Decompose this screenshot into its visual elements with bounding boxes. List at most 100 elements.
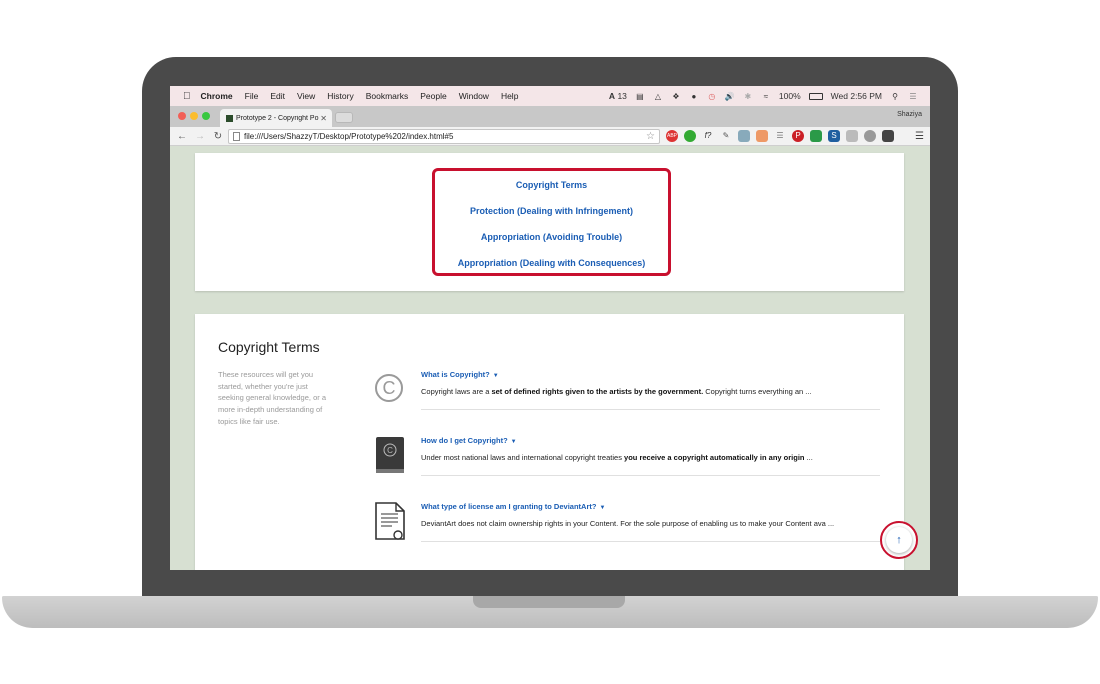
notes-icon[interactable]: ▤ <box>635 91 645 101</box>
toc-highlight-box: Copyright Terms Protection (Dealing with… <box>432 168 671 276</box>
extensions-bar: ABP f? ✎ ☰ P S <box>666 130 894 142</box>
caret-down-icon: ▼ <box>492 373 499 379</box>
adobe-status[interactable]: A 13 <box>609 91 627 101</box>
drive-icon[interactable]: △ <box>653 91 663 101</box>
divider <box>421 475 880 476</box>
faq-question-text: What is Copyright? <box>421 370 490 379</box>
circle-extension-icon[interactable] <box>864 130 876 142</box>
bluetooth-icon[interactable]: ✱ <box>743 91 753 101</box>
toc-link-appropriation-consequences[interactable]: Appropriation (Dealing with Consequences… <box>435 258 668 268</box>
laptop-notch <box>473 596 625 608</box>
favicon-icon <box>226 114 233 122</box>
status-area: A 13 ▤ △ ❖ ● ◷ 🔊 ✱ ≈ 100% Wed 2:56 PM ⚲ … <box>609 86 918 106</box>
menu-window[interactable]: Window <box>459 91 489 101</box>
faq-item: C How do I get Copyright? ▼ Under most na… <box>370 436 880 502</box>
toc-link-appropriation-avoiding[interactable]: Appropriation (Avoiding Trouble) <box>435 232 668 242</box>
menu-bar:  Chrome File Edit View History Bookmark… <box>170 86 930 106</box>
battery-percent[interactable]: 100% <box>779 91 801 101</box>
faq-answer: Under most national laws and internation… <box>421 453 880 462</box>
caret-down-icon: ▼ <box>510 439 517 445</box>
toc-link-protection[interactable]: Protection (Dealing with Infringement) <box>435 206 668 216</box>
bookmark-star-icon[interactable]: ☆ <box>646 131 655 142</box>
faq-answer-rest: ... <box>804 453 813 462</box>
profile-name[interactable]: Shaziya <box>897 111 922 118</box>
adblock-icon[interactable]: ABP <box>666 130 678 142</box>
menu-help[interactable]: Help <box>501 91 518 101</box>
menu-bookmarks[interactable]: Bookmarks <box>366 91 409 101</box>
menu-history[interactable]: History <box>327 91 353 101</box>
address-bar[interactable]: file:///Users/ShazzyT/Desktop/Prototype%… <box>228 129 660 144</box>
faq-question-text: What type of license am I granting to De… <box>421 502 597 511</box>
faq-question[interactable]: How do I get Copyright? ▼ <box>421 436 517 445</box>
menu-people[interactable]: People <box>420 91 446 101</box>
scroll-to-top-button[interactable]: ↑ <box>886 527 912 553</box>
eyedropper-icon[interactable]: ✎ <box>720 130 732 142</box>
apple-icon[interactable]:  <box>183 91 191 102</box>
reload-icon[interactable]: ↻ <box>212 131 224 142</box>
tab-prototype[interactable]: Prototype 2 - Copyright Po ✕ <box>220 109 332 127</box>
faq-item: C What is Copyright? ▼ Copyright laws are… <box>370 370 880 436</box>
calendar-extension-icon[interactable] <box>756 130 768 142</box>
s-extension-icon[interactable]: S <box>828 130 840 142</box>
pinterest-icon[interactable]: P <box>792 130 804 142</box>
chrome-menu-icon[interactable]: ☰ <box>915 131 924 142</box>
back-arrow-icon[interactable]: ← <box>176 131 188 142</box>
faq-answer: Copyright laws are a set of defined righ… <box>421 387 880 396</box>
section-description: These resources will get you started, wh… <box>218 370 326 426</box>
clock[interactable]: Wed 2:56 PM <box>831 91 882 101</box>
dark-extension-icon[interactable] <box>882 130 894 142</box>
toc-link-copyright-terms[interactable]: Copyright Terms <box>435 180 668 190</box>
url-text: file:///Users/ShazzyT/Desktop/Prototype%… <box>244 132 454 141</box>
faq-answer-rest: Copyright turns everything an ... <box>703 387 812 396</box>
faq-answer-bold: set of defined rights given to the artis… <box>491 387 704 396</box>
grey-extension-icon[interactable] <box>846 130 858 142</box>
arrow-up-icon: ↑ <box>896 534 902 546</box>
faq-answer: DeviantArt does not claim ownership righ… <box>421 519 880 528</box>
close-tab-icon[interactable]: ✕ <box>320 114 327 123</box>
close-window-button[interactable] <box>178 112 186 120</box>
minimize-window-button[interactable] <box>190 112 198 120</box>
font-extension-icon[interactable]: f? <box>702 130 714 142</box>
tab-title: Prototype 2 - Copyright Po <box>236 114 319 122</box>
volume-icon[interactable]: 🔊 <box>725 91 735 101</box>
toc-card: Copyright Terms Protection (Dealing with… <box>195 153 904 291</box>
faq-answer-text: DeviantArt does not claim ownership righ… <box>421 519 835 528</box>
green-extension-icon[interactable] <box>684 130 696 142</box>
scroll-to-top-highlight: ↑ <box>880 521 918 559</box>
svg-text:C: C <box>387 446 393 455</box>
divider <box>421 409 880 410</box>
faq-item: What type of license am I granting to De… <box>370 502 880 568</box>
browser-toolbar: ← → ↻ file:///Users/ShazzyT/Desktop/Prot… <box>170 127 930 146</box>
books-extension-icon[interactable]: ☰ <box>774 130 786 142</box>
time-machine-icon[interactable]: ◷ <box>707 91 717 101</box>
faq-answer-bold: you receive a copyright automatically in… <box>624 453 805 462</box>
screen:  Chrome File Edit View History Bookmark… <box>170 86 930 570</box>
wifi-icon[interactable]: ≈ <box>761 91 771 101</box>
new-tab-button[interactable] <box>335 112 353 123</box>
faq-question[interactable]: What is Copyright? ▼ <box>421 370 499 379</box>
caret-down-icon: ▼ <box>599 505 606 511</box>
copyright-terms-card: Copyright Terms These resources will get… <box>195 314 904 570</box>
tab-strip: Prototype 2 - Copyright Po ✕ Shaziya <box>170 106 930 127</box>
faq-answer-text: Copyright laws are a <box>421 387 492 396</box>
google-drive-icon[interactable] <box>810 130 822 142</box>
page-icon <box>233 132 240 141</box>
notification-center-icon[interactable]: ☰ <box>908 91 918 101</box>
battery-icon <box>808 92 823 100</box>
menu-edit[interactable]: Edit <box>270 91 285 101</box>
chat-icon[interactable]: ● <box>689 91 699 101</box>
forward-arrow-icon[interactable]: → <box>194 131 206 142</box>
zoom-window-button[interactable] <box>202 112 210 120</box>
copyright-circle-icon: C <box>375 374 403 402</box>
menu-file[interactable]: File <box>245 91 259 101</box>
faq-question[interactable]: What type of license am I granting to De… <box>421 502 605 511</box>
spotlight-search-icon[interactable]: ⚲ <box>890 91 900 101</box>
menu-app-chrome[interactable]: Chrome <box>201 91 233 101</box>
divider <box>421 541 880 542</box>
dropbox-icon[interactable]: ❖ <box>671 91 681 101</box>
window-controls <box>178 112 210 120</box>
svg-text:C: C <box>383 378 396 398</box>
menu-view[interactable]: View <box>297 91 315 101</box>
section-title: Copyright Terms <box>218 339 320 355</box>
camera-extension-icon[interactable] <box>738 130 750 142</box>
